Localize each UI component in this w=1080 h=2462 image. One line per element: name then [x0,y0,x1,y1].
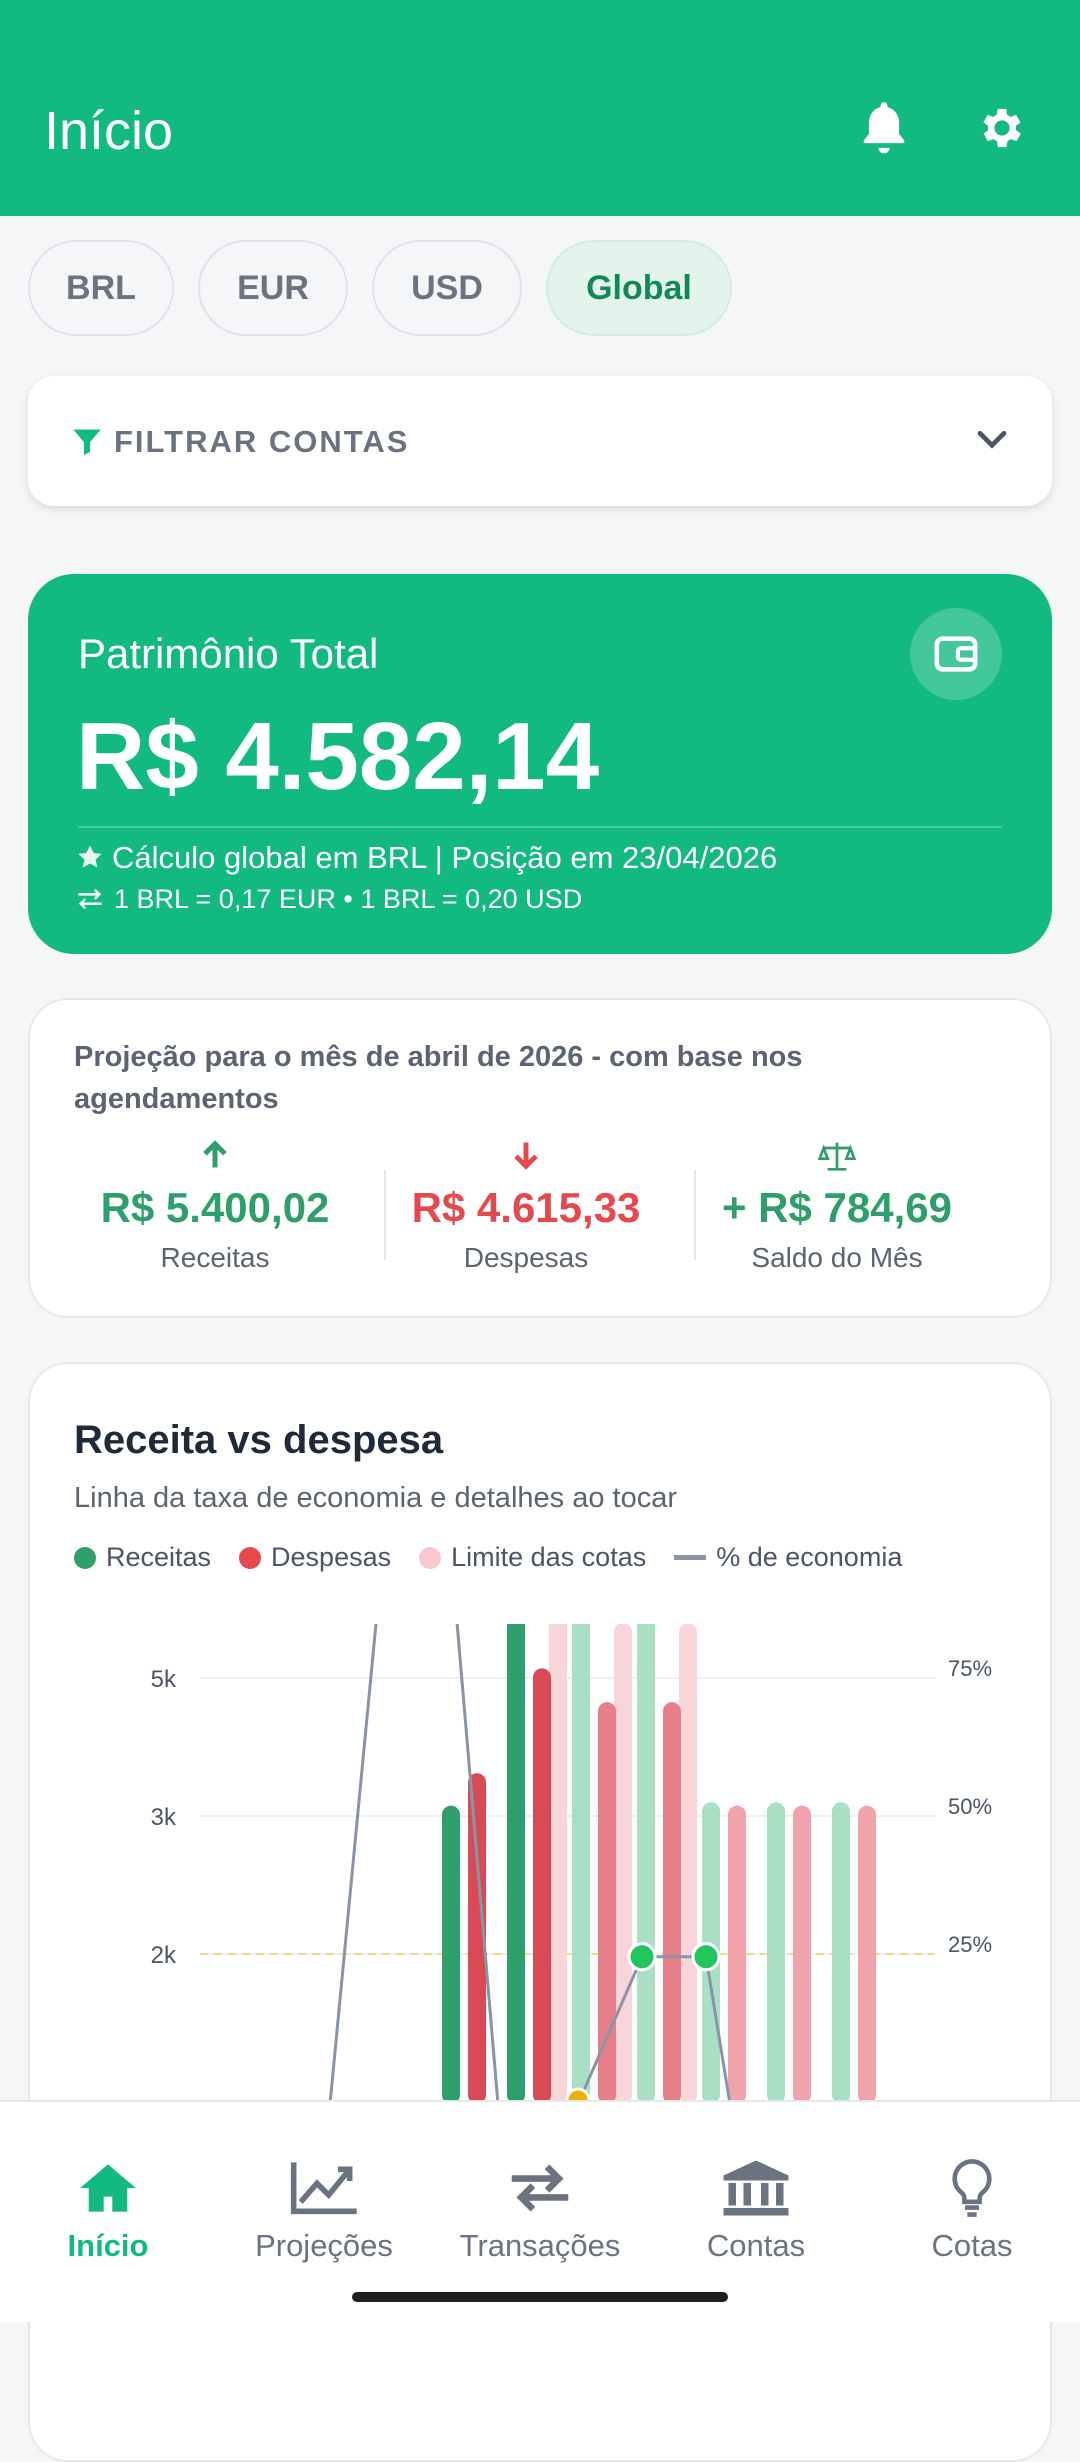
legend-swatch [239,1546,262,1569]
legend-label: Limite das cotas [451,1542,647,1572]
arrow-up-icon [60,1140,370,1176]
balance-label: Saldo do Mês [751,1242,923,1273]
y2-tick-label: 50% [948,1794,992,1819]
wallet-icon[interactable] [910,608,1002,700]
gear-icon[interactable] [974,100,1030,156]
tab-brl[interactable]: BRL [28,240,174,336]
projection-title: Projeção para o mês de abril de 2026 - c… [74,1041,803,1115]
calculation-text: Cálculo global em BRL | Posição em 23/04… [112,840,778,875]
nav-inicio[interactable]: Início [0,2156,216,2264]
calculation-info: Cálculo global em BRL | Posição em 23/04… [76,840,777,876]
nav-cotas[interactable]: Cotas [864,2156,1080,2264]
expense-value: R$ 4.615,33 [411,1184,641,1231]
income-bar [572,1624,590,2104]
tab-usd[interactable]: USD [372,240,522,336]
income-column: R$ 5.400,02 Receitas [60,1140,370,1274]
nav-transacoes[interactable]: Transações [432,2156,648,2264]
app-bar: Início [0,0,1080,216]
income-bar [637,1624,655,2104]
exchange-icon [78,888,102,910]
arrow-down-icon [371,1140,681,1176]
nav-label: Início [67,2228,149,2263]
tab-eur[interactable]: EUR [198,240,348,336]
income-expense-chart[interactable]: 6k5k3k2k75%50%25% [30,1624,1050,2104]
nav-projecoes[interactable]: Projeções [216,2156,432,2264]
legend-label: % de economia [716,1542,903,1572]
home-icon [0,2156,216,2220]
chart-line-icon [216,2156,432,2220]
total-assets-card: Patrimônio Total R$ 4.582,14 Cálculo glo… [28,574,1052,954]
filter-label: FILTRAR CONTAS [114,424,410,459]
filter-icon [73,429,101,456]
legend-savings: % de economia [674,1542,902,1573]
balance-column: + R$ 784,69 Saldo do Mês [682,1140,992,1274]
savings-point [691,1942,721,1972]
income-bar [507,1624,525,2104]
chart-legend: Receitas Despesas Limite das cotas % de … [74,1542,902,1573]
star-icon [78,845,102,868]
legend-swatch [419,1546,442,1569]
income-value: R$ 5.400,02 [100,1184,330,1231]
scale-icon [682,1140,992,1176]
nav-label: Transações [459,2228,621,2263]
bank-icon [648,2156,864,2220]
expense-column: R$ 4.615,33 Despesas [371,1140,681,1274]
nav-contas[interactable]: Contas [648,2156,864,2264]
legend-swatch [674,1555,707,1560]
transfer-icon [432,2156,648,2220]
nav-label: Projeções [255,2228,393,2263]
quota-limit-bar [549,1624,567,2104]
hero-divider [78,826,1002,828]
expense-label: Despesas [463,1242,589,1273]
nav-label: Cotas [931,2228,1013,2263]
currency-tabs: BRL EUR USD Global [28,240,732,336]
bottom-navigation: Início Projeções Transações Contas Cotas [0,2100,1080,2322]
y2-tick-label: 75% [948,1656,992,1681]
expense-bar [858,1805,876,2104]
total-assets-title: Patrimônio Total [78,630,379,677]
tab-global[interactable]: Global [546,240,732,336]
expense-bar [598,1702,616,2104]
total-assets-value: R$ 4.582,14 [76,703,600,810]
expense-bar [793,1805,811,2104]
chart-title: Receita vs despesa [74,1418,444,1462]
y2-tick-label: 25% [948,1932,992,1957]
balance-value: + R$ 784,69 [721,1184,952,1231]
quota-limit-bar [614,1624,632,2104]
quota-limit-bar [679,1624,697,2104]
legend-expense: Despesas [239,1542,391,1573]
legend-label: Receitas [106,1542,212,1572]
income-label: Receitas [160,1242,270,1273]
income-bar [767,1802,785,2104]
projection-card: Projeção para o mês de abril de 2026 - c… [28,998,1052,1318]
page-title: Início [44,101,174,161]
chevron-down-icon [977,431,1007,449]
exchange-rate-text: 1 BRL = 0,17 EUR • 1 BRL = 0,20 USD [114,884,583,914]
lightbulb-icon [864,2156,1080,2220]
legend-label: Despesas [271,1542,392,1572]
income-bar [442,1805,460,2104]
y-tick-label: 2k [151,1942,177,1969]
savings-point [627,1942,657,1972]
legend-income: Receitas [74,1542,211,1573]
legend-swatch [74,1546,96,1569]
chart-subtitle: Linha da taxa de economia e detalhes ao … [74,1482,677,1514]
filter-accounts-dropdown[interactable]: FILTRAR CONTAS [28,376,1052,506]
legend-limit: Limite das cotas [419,1542,646,1573]
exchange-rate-info: 1 BRL = 0,17 EUR • 1 BRL = 0,20 USD [76,884,582,915]
nav-label: Contas [706,2228,806,2263]
income-bar [832,1802,850,2104]
y-tick-label: 3k [151,1804,177,1831]
y-tick-label: 5k [151,1666,177,1693]
expense-bar [728,1805,746,2104]
home-indicator [352,2292,728,2302]
expense-bar [663,1702,681,2104]
bell-icon[interactable] [856,100,912,156]
expense-bar [533,1668,551,2104]
